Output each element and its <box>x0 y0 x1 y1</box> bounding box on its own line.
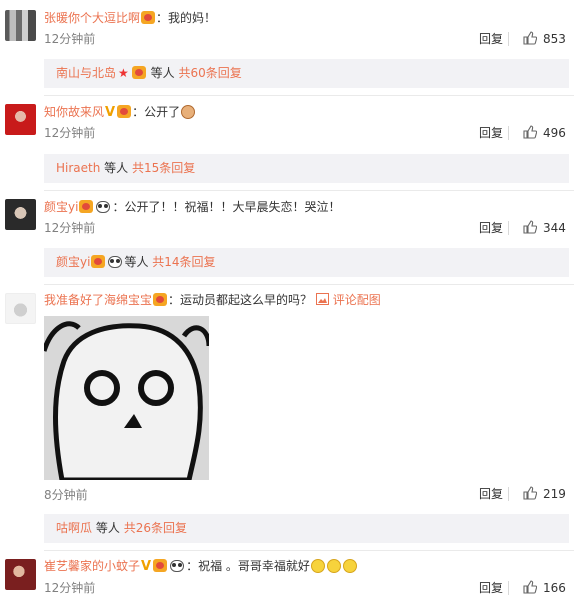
divider <box>508 487 509 501</box>
comment-text: ：公开了 <box>132 105 181 119</box>
verified-v-icon: V <box>141 559 152 574</box>
smile-emoji-icon <box>326 559 341 573</box>
comment-text: ：公开了！！祝福！！大早晨失恋！哭泣！ <box>112 200 341 214</box>
sub-reply-middle: 等人 <box>150 66 175 80</box>
sub-reply-user[interactable]: 颜宝yi <box>56 255 90 269</box>
thumbs-up-icon <box>523 486 538 500</box>
image-icon <box>315 293 329 305</box>
member-badge-icon <box>131 66 146 79</box>
avatar[interactable] <box>5 104 36 135</box>
comment-image[interactable] <box>44 316 209 480</box>
comment-text: ：运动员都起这么早的吗？ <box>168 293 313 307</box>
comment-time: 12分钟前 <box>44 126 96 140</box>
divider <box>44 284 574 285</box>
thumbs-up-icon <box>523 220 538 234</box>
like-button[interactable]: 496 <box>523 125 566 141</box>
thumbs-up-icon <box>523 580 538 594</box>
panda-emoji-icon <box>96 201 111 213</box>
comment-text: ：祝福 。哥哥幸福就好 <box>186 559 310 573</box>
comment-line: 张暖你个大逗比啊 ：我的妈！ <box>44 10 216 26</box>
reply-button[interactable]: 回复 <box>479 31 503 47</box>
avatar[interactable] <box>5 293 36 324</box>
reply-button[interactable]: 回复 <box>479 486 503 502</box>
member-badge-icon <box>79 200 94 213</box>
smile-emoji-icon <box>181 105 196 119</box>
member-badge-icon <box>153 559 168 572</box>
reply-button[interactable]: 回复 <box>479 220 503 236</box>
sub-reply-user[interactable]: Hiraeth <box>56 161 100 175</box>
member-badge-icon <box>153 293 168 306</box>
avatar[interactable] <box>5 10 36 41</box>
like-button[interactable]: 853 <box>523 31 566 47</box>
sub-reply-count-link[interactable]: 共15条回复 <box>132 161 195 175</box>
like-count: 853 <box>543 32 566 46</box>
thumbs-up-icon <box>523 125 538 139</box>
comment-text: ：我的妈！ <box>156 11 217 25</box>
like-button[interactable]: 166 <box>523 580 566 596</box>
comment-username[interactable]: 张暖你个大逗比啊 <box>44 11 140 25</box>
panda-emoji-icon <box>108 256 123 268</box>
sub-reply-count-link[interactable]: 共60条回复 <box>178 66 241 80</box>
like-count: 166 <box>543 581 566 595</box>
comment-time: 12分钟前 <box>44 32 96 46</box>
comment-time: 12分钟前 <box>44 581 96 595</box>
sub-reply-middle: 等人 <box>124 255 149 269</box>
verified-v-icon: V <box>105 105 116 120</box>
smile-emoji-icon <box>310 559 325 573</box>
sub-replies-box[interactable]: 颜宝yi 等人 共14条回复 <box>44 248 569 277</box>
like-count: 496 <box>543 126 566 140</box>
comment-image-link[interactable]: 评论配图 <box>315 293 381 307</box>
thumbs-up-icon <box>523 31 538 45</box>
divider <box>44 550 574 551</box>
comment-username[interactable]: 颜宝yi <box>44 200 78 214</box>
member-badge-icon <box>117 105 132 118</box>
member-badge-icon <box>91 255 106 268</box>
sub-reply-count-link[interactable]: 共14条回复 <box>152 255 215 269</box>
sub-reply-count-link[interactable]: 共26条回复 <box>124 521 187 535</box>
star-icon: ★ <box>118 66 129 80</box>
divider <box>44 95 574 96</box>
comment-time: 8分钟前 <box>44 488 88 502</box>
member-badge-icon <box>141 11 156 24</box>
smile-emoji-icon <box>342 559 357 573</box>
divider <box>508 126 509 140</box>
divider <box>508 221 509 235</box>
sub-replies-box[interactable]: 南山与北岛 ★ 等人 共60条回复 <box>44 59 569 88</box>
sub-reply-user[interactable]: 咕啊瓜 <box>56 521 92 535</box>
comment-line: 知你故来风V ：公开了 <box>44 104 196 121</box>
panda-emoji-icon <box>170 560 185 572</box>
sub-reply-middle: 等人 <box>95 521 120 535</box>
like-button[interactable]: 219 <box>523 486 566 502</box>
like-count: 344 <box>543 221 566 235</box>
avatar[interactable] <box>5 559 36 590</box>
comment-username[interactable]: 崔艺馨家的小蚊子 <box>44 559 140 573</box>
sub-reply-user[interactable]: 南山与北岛 <box>56 66 116 80</box>
comment-line: 我准备好了海绵宝宝 ：运动员都起这么早的吗？ 评论配图 <box>44 292 381 308</box>
comment-time: 12分钟前 <box>44 221 96 235</box>
like-button[interactable]: 344 <box>523 220 566 236</box>
divider <box>508 32 509 46</box>
comment-username[interactable]: 知你故来风 <box>44 105 104 119</box>
avatar[interactable] <box>5 199 36 230</box>
sub-replies-box[interactable]: Hiraeth 等人 共15条回复 <box>44 154 569 183</box>
divider <box>508 581 509 595</box>
reply-button[interactable]: 回复 <box>479 125 503 141</box>
comment-username[interactable]: 我准备好了海绵宝宝 <box>44 293 152 307</box>
comment-line: 颜宝yi ：公开了！！祝福！！大早晨失恋！哭泣！ <box>44 199 340 215</box>
sub-reply-middle: 等人 <box>104 161 129 175</box>
reply-button[interactable]: 回复 <box>479 580 503 596</box>
like-count: 219 <box>543 487 566 501</box>
divider <box>44 190 574 191</box>
comment-line: 崔艺馨家的小蚊子V ：祝福 。哥哥幸福就好 <box>44 558 358 575</box>
sub-replies-box[interactable]: 咕啊瓜 等人 共26条回复 <box>44 514 569 543</box>
